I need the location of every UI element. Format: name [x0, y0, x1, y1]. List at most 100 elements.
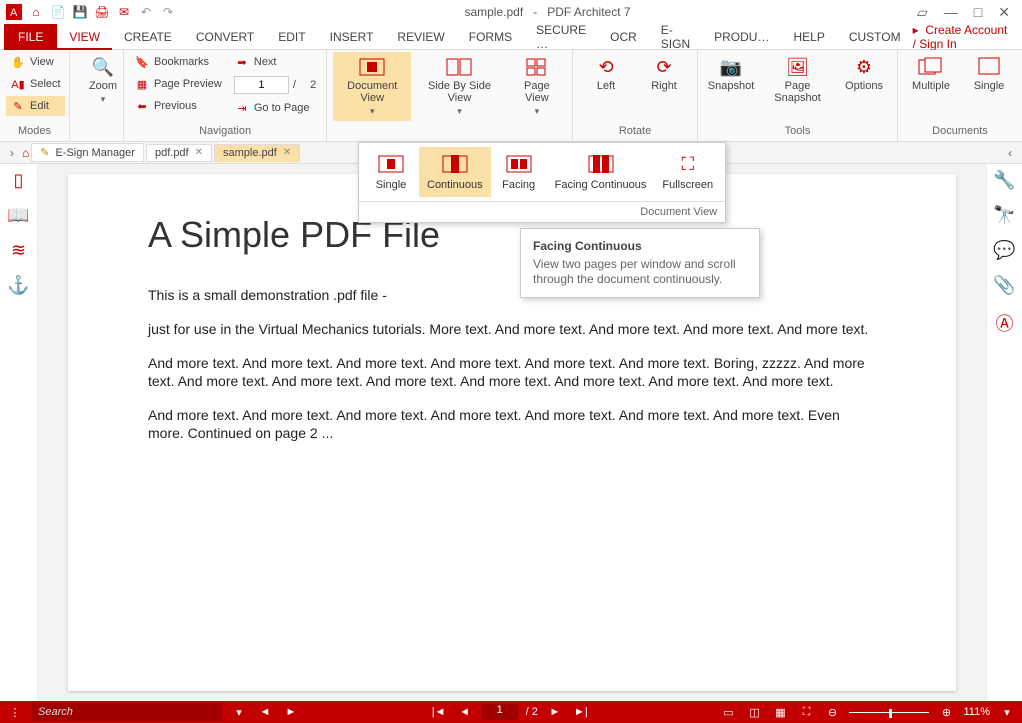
page-input[interactable]	[234, 76, 289, 94]
view-mode-2-icon[interactable]: ◫	[745, 706, 763, 719]
next-button[interactable]: ➡Next	[230, 52, 320, 72]
home-icon[interactable]: ⌂	[26, 2, 46, 22]
tooltip-title: Facing Continuous	[533, 239, 747, 253]
prev-page-icon[interactable]: ◄	[456, 706, 474, 718]
open-icon[interactable]: 📄	[48, 2, 68, 22]
zoom-slider[interactable]	[849, 712, 929, 713]
select-icon: A▮	[10, 76, 26, 92]
options-button[interactable]: ⚙Options	[837, 52, 891, 96]
bookmarks-button[interactable]: 🔖Bookmarks	[130, 52, 226, 72]
single-doc-button[interactable]: Single	[962, 52, 1016, 96]
minimize-ribbon-icon[interactable]: ▱	[917, 4, 928, 21]
status-fullscreen-icon[interactable]: ⛶	[797, 706, 815, 719]
view-fullscreen[interactable]: ⛶Fullscreen	[654, 147, 721, 197]
zoom-value[interactable]: 111%	[963, 706, 990, 718]
right-panel: 🔧 🔭 💬 📎 Ⓐ	[986, 164, 1022, 701]
tab-custom[interactable]: CUSTOM	[837, 24, 913, 50]
zoom-button[interactable]: 🔍 Zoom ▾	[76, 52, 130, 109]
rotate-left-button[interactable]: ⟲Left	[579, 52, 633, 96]
goto-page-button[interactable]: ⇥Go to Page	[230, 98, 320, 118]
mode-view[interactable]: ✋View	[6, 52, 65, 72]
search-dropdown-icon[interactable]: ▾	[230, 706, 248, 719]
tab-help[interactable]: HELP	[781, 24, 836, 50]
rotate-right-button[interactable]: ⟳Right	[637, 52, 691, 96]
sidebyside-icon	[445, 56, 473, 78]
app-icon[interactable]: A	[4, 2, 24, 22]
search-next-icon[interactable]: ►	[282, 706, 300, 718]
group-label-tools: Tools	[704, 123, 891, 139]
tab-file[interactable]: FILE	[4, 24, 57, 50]
view-mode-1-icon[interactable]: ▭	[719, 706, 737, 719]
view-facing-continuous[interactable]: Facing Continuous	[547, 147, 655, 197]
status-page-number[interactable]: 1	[482, 704, 518, 720]
zoom-dropdown-icon[interactable]: ▾	[998, 706, 1016, 719]
last-page-icon[interactable]: ►|	[572, 706, 590, 718]
search-prev-icon[interactable]: ◄	[256, 706, 274, 718]
doc-tab-pdf[interactable]: pdf.pdf✕	[146, 144, 212, 162]
group-label-rotate: Rotate	[579, 123, 691, 139]
doc-tab-esign[interactable]: ✎E-Sign Manager	[31, 143, 144, 162]
print-icon[interactable]: 🖨	[92, 2, 112, 22]
first-page-icon[interactable]: |◄	[430, 706, 448, 718]
previous-button[interactable]: ⬅Previous	[130, 96, 226, 116]
tab-forms[interactable]: FORMS	[457, 24, 524, 50]
page-view-button[interactable]: Page View ▾	[508, 52, 566, 121]
zoom-out-icon[interactable]: ⊖	[823, 706, 841, 719]
close-tab-icon[interactable]: ✕	[195, 147, 203, 158]
save-icon[interactable]: 💾	[70, 2, 90, 22]
tab-edit[interactable]: EDIT	[266, 24, 317, 50]
next-page-icon[interactable]: ►	[546, 706, 564, 718]
zoom-in-icon[interactable]: ⊕	[937, 706, 955, 719]
side-by-side-button[interactable]: Side By Side View ▾	[415, 52, 503, 121]
view-facing[interactable]: Facing	[491, 147, 547, 197]
mode-edit[interactable]: ✎Edit	[6, 96, 65, 116]
search-field[interactable]: Search	[32, 703, 222, 721]
tab-create[interactable]: CREATE	[112, 24, 184, 50]
attachment-icon[interactable]: 📎	[993, 275, 1015, 296]
account-link[interactable]: ▸ Create Account / Sign In	[913, 23, 1022, 51]
close-icon[interactable]: ✕	[998, 4, 1010, 21]
tab-insert[interactable]: INSERT	[318, 24, 386, 50]
tab-view[interactable]: VIEW	[57, 24, 112, 50]
tab-convert[interactable]: CONVERT	[184, 24, 266, 50]
single-icon	[975, 56, 1003, 78]
binoculars-icon[interactable]: 🔭	[993, 205, 1015, 226]
doc-tab-sample[interactable]: sample.pdf✕	[214, 144, 300, 162]
snapshot-button[interactable]: 📷Snapshot	[704, 52, 758, 96]
page-preview-button[interactable]: ▦Page Preview	[130, 74, 226, 94]
mail-icon[interactable]: ✉	[114, 2, 134, 22]
view-continuous[interactable]: Continuous	[419, 147, 491, 197]
comment-icon[interactable]: 💬	[993, 240, 1015, 261]
layers-icon[interactable]: ≋	[11, 240, 26, 261]
minimize-icon[interactable]: —	[944, 4, 958, 21]
anchor-icon[interactable]: ⚓	[7, 275, 29, 296]
wrench-icon[interactable]: 🔧	[993, 170, 1015, 191]
tab-esign[interactable]: E-SIGN	[649, 24, 702, 50]
undo-icon[interactable]: ↶	[136, 2, 156, 22]
redo-icon[interactable]: ↷	[158, 2, 178, 22]
view-single[interactable]: Single	[363, 147, 419, 197]
tab-products[interactable]: PRODU…	[702, 24, 781, 50]
tabs-chevron-right[interactable]: ‹	[1002, 146, 1018, 160]
tab-ocr[interactable]: OCR	[598, 24, 649, 50]
document-view-button[interactable]: Document View ▾	[333, 52, 411, 121]
close-tab-icon[interactable]: ✕	[283, 147, 291, 158]
home-tab-icon[interactable]: ⌂	[22, 146, 29, 160]
view-mode-3-icon[interactable]: ▦	[771, 706, 789, 719]
tab-review[interactable]: REVIEW	[385, 24, 456, 50]
thumbnails-icon[interactable]: ▯	[14, 170, 24, 191]
page-total: 2	[310, 79, 316, 91]
mode-select[interactable]: A▮Select	[6, 74, 65, 94]
status-menu-icon[interactable]: ⋮	[6, 706, 24, 719]
doc-paragraph: This is a small demonstration .pdf file …	[148, 286, 876, 304]
group-tools: 📷Snapshot 🖼Page Snapshot ⚙Options Tools	[698, 50, 898, 141]
tabs-chevron-left[interactable]: ›	[4, 146, 20, 160]
document-canvas[interactable]: A Simple PDF File This is a small demons…	[38, 164, 986, 701]
maximize-icon[interactable]: □	[974, 4, 982, 21]
tab-secure[interactable]: SECURE …	[524, 24, 598, 50]
multiple-docs-button[interactable]: Multiple	[904, 52, 958, 96]
page-snapshot-button[interactable]: 🖼Page Snapshot	[762, 52, 833, 108]
doc-paragraph: And more text. And more text. And more t…	[148, 354, 876, 390]
bookmarks-panel-icon[interactable]: 📖	[7, 205, 29, 226]
stamp-icon[interactable]: Ⓐ	[996, 310, 1014, 336]
